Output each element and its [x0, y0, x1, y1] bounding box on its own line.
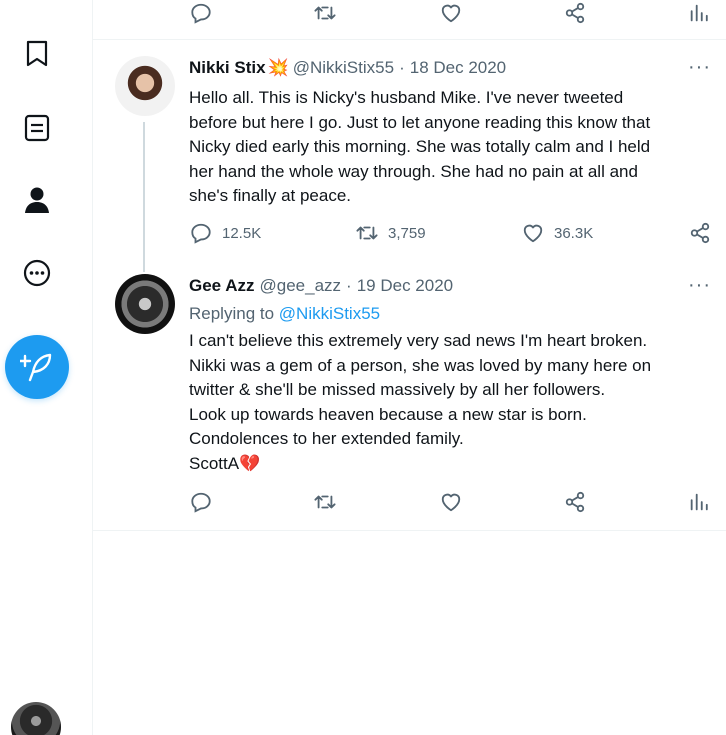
reply-icon[interactable] [190, 2, 212, 24]
name-emoji: 💥 [267, 58, 289, 77]
retweet-button[interactable]: 3,759 [356, 222, 426, 244]
previous-tweet-actions [93, 0, 726, 40]
tweet-text-line: Condolences to her extended family. [189, 429, 464, 448]
like-icon[interactable] [440, 2, 462, 24]
compose-tweet-icon [20, 353, 52, 382]
replying-to-mention[interactable]: @NikkiStix55 [279, 304, 380, 323]
avatar[interactable] [115, 56, 175, 116]
tweet-text: Hello all. This is Nicky's husband Mike.… [189, 86, 709, 209]
like-icon [441, 493, 461, 512]
tweet-divider [93, 530, 726, 531]
analytics-icon[interactable] [688, 2, 710, 24]
reply-count: 12.5K [222, 224, 262, 242]
tweet-text-line: Hello all. This is Nicky's husband Mike.… [189, 88, 624, 107]
reply-button[interactable] [190, 491, 212, 513]
analytics-icon [690, 493, 708, 511]
lists-icon[interactable] [16, 107, 58, 149]
share-icon [565, 491, 585, 513]
broken-heart-icon: 💔 [239, 453, 261, 473]
tweet-header: Gee Azz @gee_azz · 19 Dec 2020 [189, 276, 453, 296]
timestamp[interactable]: 18 Dec 2020 [410, 58, 506, 78]
like-button[interactable]: 36.3K [522, 222, 593, 244]
tweet-text-line: her hand the whole way through. She had … [189, 161, 638, 181]
more-icon[interactable] [16, 252, 58, 294]
separator: · [346, 276, 352, 295]
analytics-button[interactable] [688, 491, 710, 513]
share-icon[interactable] [564, 2, 586, 24]
timeline: Nikki Stix 💥 @NikkiStix55 · 18 Dec 2020 … [92, 0, 726, 735]
user-handle[interactable]: @gee_azz [260, 276, 342, 296]
user-handle[interactable]: @NikkiStix55 [293, 58, 394, 78]
replying-to-label: Replying to [189, 304, 279, 323]
tweet-text-line: she's finally at peace. [189, 186, 352, 205]
tweet-header: Nikki Stix 💥 @NikkiStix55 · 18 Dec 2020 [189, 58, 506, 78]
bookmarks-icon[interactable] [16, 33, 58, 75]
tweet-text-line: Nikki was a gem of a person, she was lov… [189, 355, 652, 375]
tweet-text-line: Nicky died early this morning. She was t… [189, 137, 651, 156]
tweet-text-line: before but here I go. Just to let anyone… [189, 112, 651, 132]
thread-connector [143, 122, 145, 272]
profile-icon[interactable] [16, 179, 58, 221]
navigation-rail [0, 0, 92, 735]
like-icon [523, 224, 543, 243]
share-button[interactable] [564, 491, 586, 513]
like-count: 36.3K [554, 224, 594, 242]
tweet-text-line: I can't believe this extremely very sad … [189, 331, 648, 350]
reply-icon [191, 223, 211, 244]
tweet-signature: ScottA💔 [189, 452, 709, 477]
avatar[interactable] [115, 274, 175, 334]
display-name[interactable]: Gee Azz [189, 276, 255, 296]
retweet-count: 3,759 [388, 224, 426, 242]
tweet[interactable]: Gee Azz @gee_azz · 19 Dec 2020 ··· Reply… [93, 262, 726, 531]
timestamp[interactable]: 19 Dec 2020 [357, 276, 453, 296]
separator: · [399, 58, 405, 77]
share-icon [690, 222, 710, 244]
retweet-icon[interactable] [314, 2, 336, 24]
retweet-icon [356, 226, 378, 240]
replying-to: Replying to @NikkiStix55 [189, 304, 380, 324]
reply-button[interactable]: 12.5K [190, 222, 261, 244]
tweet-text: I can't believe this extremely very sad … [189, 329, 709, 476]
retweet-icon [314, 495, 336, 509]
tweet[interactable]: Nikki Stix 💥 @NikkiStix55 · 18 Dec 2020 … [93, 40, 726, 272]
signature-text: ScottA [189, 453, 240, 473]
retweet-button[interactable] [314, 491, 336, 513]
like-button[interactable] [440, 491, 462, 513]
reply-icon [191, 492, 211, 513]
more-options-icon[interactable]: ··· [688, 274, 711, 297]
compose-tweet-button[interactable] [5, 335, 69, 399]
more-options-icon[interactable]: ··· [688, 56, 711, 79]
account-avatar[interactable] [11, 702, 61, 735]
share-button[interactable] [689, 222, 711, 244]
display-name[interactable]: Nikki Stix [189, 58, 266, 78]
tweet-text-line: twitter & she'll be missed massively by … [189, 380, 606, 399]
tweet-text-line: Look up towards heaven because a new sta… [189, 404, 587, 424]
